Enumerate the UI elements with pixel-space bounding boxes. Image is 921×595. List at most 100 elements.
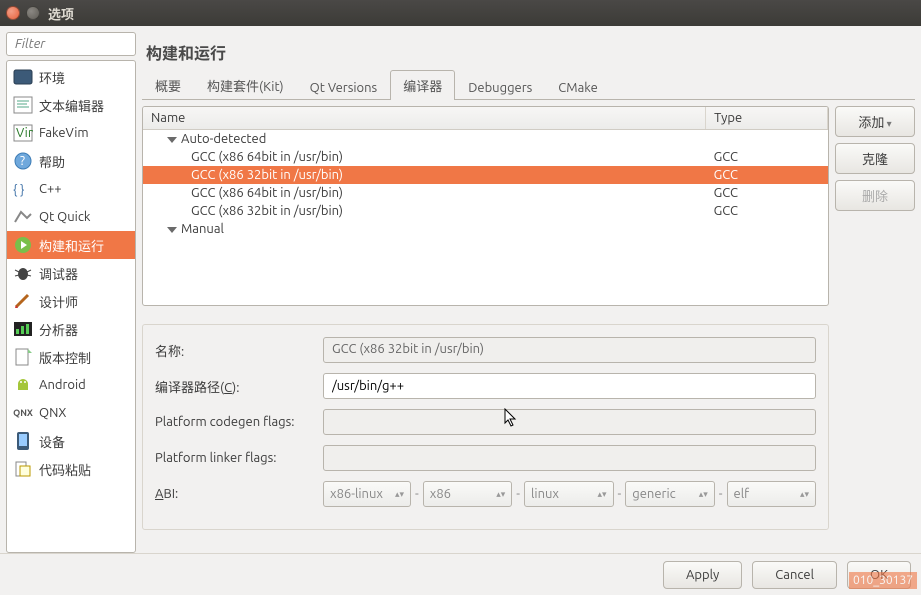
sidebar-item-debugger[interactable]: 调试器	[7, 259, 135, 287]
chevron-down-icon	[167, 137, 177, 143]
sidebar-item-label: 环境	[39, 68, 65, 87]
paste-icon	[13, 459, 33, 479]
qtquick-icon	[13, 207, 33, 227]
clone-button[interactable]: 克隆	[835, 143, 915, 174]
tab-cmake[interactable]: CMake	[545, 75, 610, 100]
abi-select[interactable]: linux▴▾	[524, 481, 613, 507]
svg-text:Vim: Vim	[16, 126, 33, 140]
abi-selects: x86-linux▴▾-x86▴▾-linux▴▾-generic▴▾-elf▴…	[323, 481, 816, 507]
abi-label: ABI:	[155, 487, 315, 501]
sidebar-item-label: 文本编辑器	[39, 96, 104, 115]
col-name[interactable]: Name	[143, 107, 706, 130]
sidebar-item-help[interactable]: ? 帮助	[7, 147, 135, 175]
sidebar-item-analyzer[interactable]: 分析器	[7, 315, 135, 343]
linker-label: Platform linker flags:	[155, 451, 315, 465]
linker-field[interactable]	[323, 445, 816, 471]
sidebar-item-qtquick[interactable]: Qt Quick	[7, 203, 135, 231]
tree-group[interactable]: Auto-detected	[143, 130, 706, 149]
svg-text:{ }: { }	[13, 183, 24, 197]
sidebar-item-paste[interactable]: 代码粘贴	[7, 455, 135, 483]
dialog-footer: Apply Cancel OK	[0, 553, 921, 595]
side-buttons: 添加 克隆 删除	[835, 106, 915, 553]
env-icon	[13, 67, 33, 87]
sidebar-item-label: 分析器	[39, 320, 78, 339]
sidebar-item-label: 调试器	[39, 264, 78, 283]
sidebar-item-label: QNX	[39, 406, 66, 420]
abi-select[interactable]: x86▴▾	[423, 481, 512, 507]
filter-input[interactable]	[13, 36, 129, 52]
compiler-row[interactable]: GCC (x86 32bit in /usr/bin)GCC	[143, 202, 828, 220]
help-icon: ?	[13, 151, 33, 171]
filter-input-wrap[interactable]	[6, 32, 136, 56]
apply-button[interactable]: Apply	[663, 561, 742, 589]
compiler-row[interactable]: GCC (x86 64bit in /usr/bin)GCC	[143, 148, 828, 166]
fakevim-icon: Vim	[13, 123, 33, 143]
chevron-down-icon	[167, 227, 177, 233]
designer-icon	[13, 291, 33, 311]
name-label: 名称:	[155, 341, 315, 360]
add-button[interactable]: 添加	[835, 106, 915, 137]
sidebar-item-label: 设备	[39, 432, 65, 451]
sidebar-item-label: 版本控制	[39, 348, 91, 367]
analyzer-icon	[13, 319, 33, 339]
sidebar-item-label: 设计师	[39, 292, 78, 311]
qnx-icon: QNX	[13, 403, 33, 423]
titlebar: 选项	[0, 0, 921, 26]
sidebar-item-qnx[interactable]: QNX QNX	[7, 399, 135, 427]
sidebar-item-devices[interactable]: 设备	[7, 427, 135, 455]
sidebar-item-label: C++	[39, 182, 62, 196]
close-icon[interactable]	[6, 6, 20, 20]
compiler-form: 名称: GCC (x86 32bit in /usr/bin) 编译器路径(C)…	[142, 324, 829, 530]
sidebar-item-label: Qt Quick	[39, 210, 90, 224]
compiler-row[interactable]: GCC (x86 32bit in /usr/bin)GCC	[143, 166, 828, 184]
watermark: 010_30137	[849, 572, 917, 589]
android-icon	[13, 375, 33, 395]
minimize-icon[interactable]	[26, 6, 40, 20]
tab-compilers[interactable]: 编译器	[390, 70, 455, 100]
sidebar-item-vcs[interactable]: 版本控制	[7, 343, 135, 371]
main-panel: 构建和运行 概要构建套件(Kit)Qt Versions编译器Debuggers…	[142, 32, 915, 553]
codegen-label: Platform codegen flags:	[155, 415, 315, 429]
devices-icon	[13, 431, 33, 451]
compiler-row[interactable]: GCC (x86 64bit in /usr/bin)GCC	[143, 184, 828, 202]
tab-kits[interactable]: 构建套件(Kit)	[194, 70, 297, 100]
abi-select[interactable]: x86-linux▴▾	[323, 481, 411, 507]
name-field: GCC (x86 32bit in /usr/bin)	[323, 337, 816, 363]
page-title: 构建和运行	[142, 32, 915, 72]
build-run-icon	[13, 235, 33, 255]
sidebar-item-android[interactable]: Android	[7, 371, 135, 399]
sidebar-item-label: 帮助	[39, 152, 65, 171]
sidebar-item-text-editor[interactable]: 文本编辑器	[7, 91, 135, 119]
sidebar-item-label: 构建和运行	[39, 236, 104, 255]
compilers-tree[interactable]: NameTypeAuto-detectedGCC (x86 64bit in /…	[142, 106, 829, 306]
sidebar-item-designer[interactable]: 设计师	[7, 287, 135, 315]
abi-select[interactable]: generic▴▾	[625, 481, 714, 507]
delete-button: 删除	[835, 180, 915, 211]
codegen-field[interactable]	[323, 409, 816, 435]
window-buttons	[6, 6, 40, 20]
debugger-icon	[13, 263, 33, 283]
tab-row: 概要构建套件(Kit)Qt Versions编译器DebuggersCMake	[142, 72, 915, 100]
window-title: 选项	[48, 4, 74, 23]
vcs-icon	[13, 347, 33, 367]
cancel-button[interactable]: Cancel	[752, 561, 837, 589]
path-label: 编译器路径(C):	[155, 377, 315, 396]
tab-debuggers[interactable]: Debuggers	[455, 75, 545, 100]
sidebar-item-build-run[interactable]: 构建和运行	[7, 231, 135, 259]
abi-select[interactable]: elf▴▾	[727, 481, 816, 507]
svg-text:?: ?	[20, 154, 25, 168]
sidebar-item-label: Android	[39, 378, 86, 392]
category-list: 环境文本编辑器 Vim FakeVim? 帮助 { } C++ Qt Quick 构建和运行调…	[6, 60, 136, 553]
tab-qtversions[interactable]: Qt Versions	[297, 75, 391, 100]
sidebar-item-fakevim[interactable]: Vim FakeVim	[7, 119, 135, 147]
compiler-path-field[interactable]	[323, 373, 816, 399]
sidebar-item-cpp[interactable]: { } C++	[7, 175, 135, 203]
tree-group[interactable]: Manual	[143, 220, 706, 238]
sidebar: 环境文本编辑器 Vim FakeVim? 帮助 { } C++ Qt Quick 构建和运行调…	[6, 32, 136, 553]
sidebar-item-label: 代码粘贴	[39, 460, 91, 479]
cpp-icon: { }	[13, 179, 33, 199]
sidebar-item-env[interactable]: 环境	[7, 63, 135, 91]
tab-overview[interactable]: 概要	[142, 70, 194, 100]
col-type[interactable]: Type	[706, 107, 828, 130]
sidebar-item-label: FakeVim	[39, 126, 89, 140]
